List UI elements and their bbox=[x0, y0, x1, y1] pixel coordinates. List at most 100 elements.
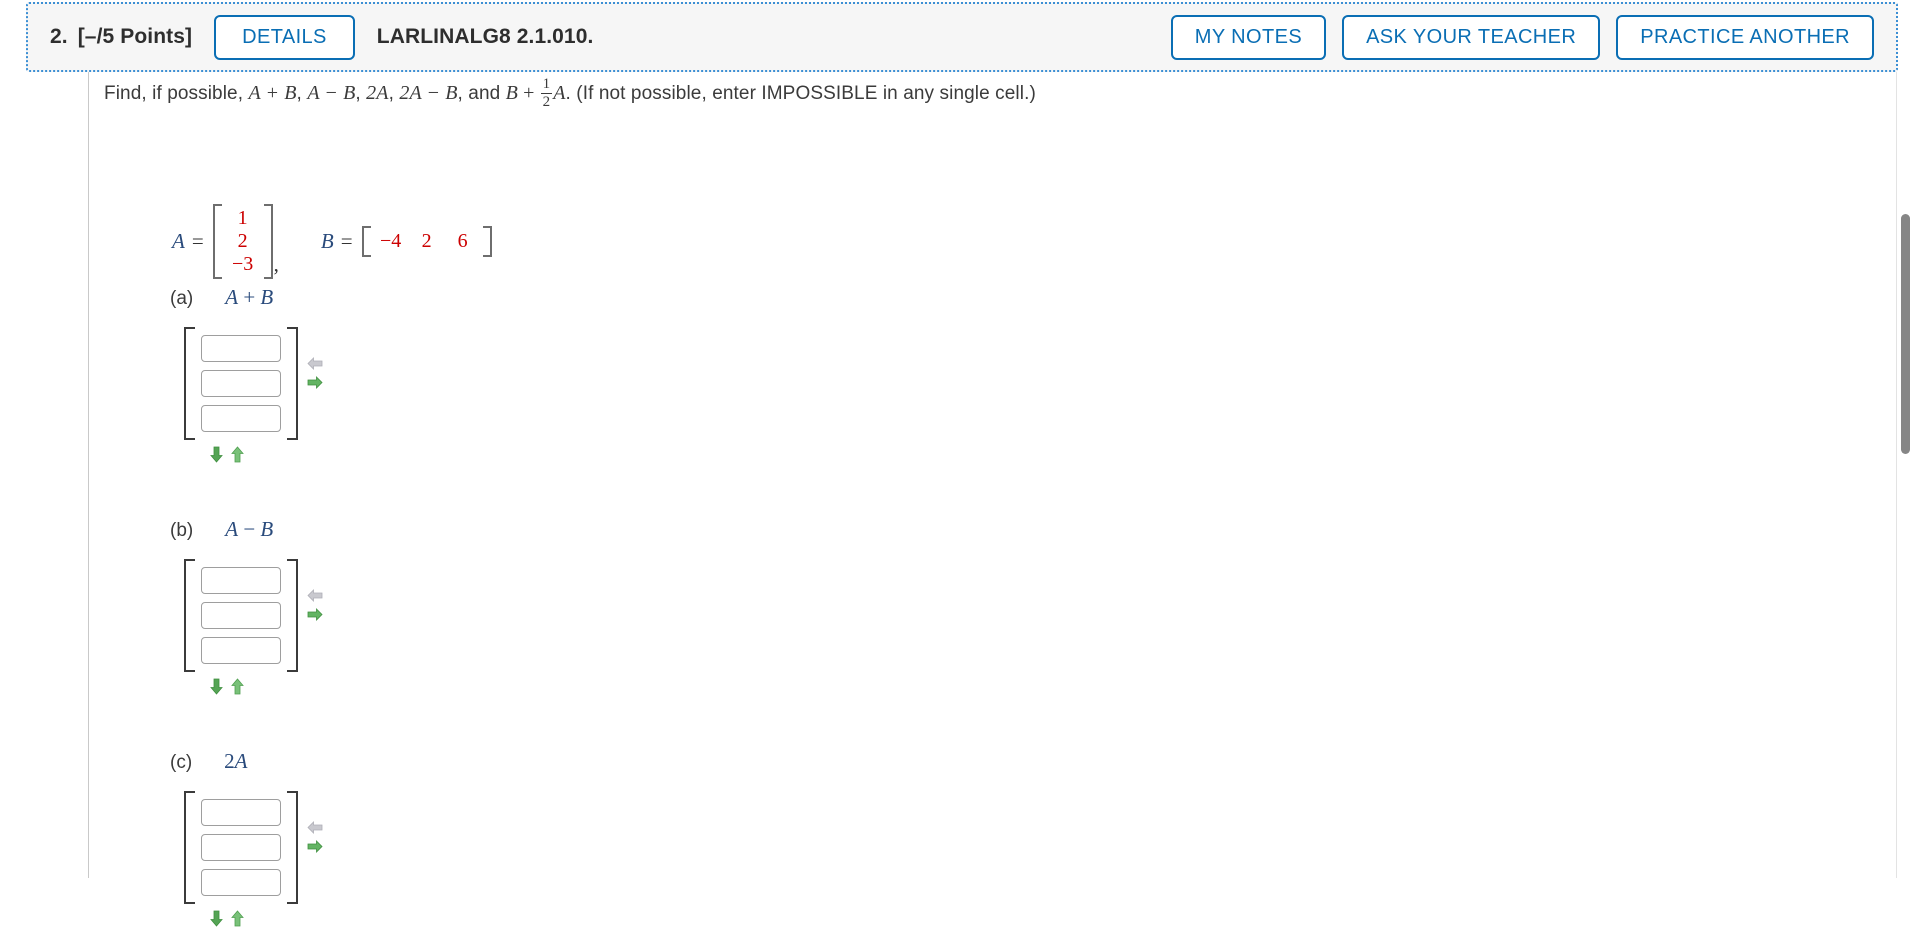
arrow-up-icon[interactable] bbox=[231, 910, 244, 927]
part-b-expr-op: − bbox=[238, 517, 261, 541]
arrow-up-icon[interactable] bbox=[231, 446, 244, 463]
matrix-b-values: −4 2 6 bbox=[371, 226, 483, 257]
part-a-cell-1[interactable] bbox=[201, 335, 281, 362]
question-code: LARLINALG8 2.1.010. bbox=[376, 25, 594, 48]
matrix-b-label: B bbox=[320, 229, 334, 253]
part-b-matrix-brackets bbox=[184, 559, 298, 672]
part-a-bottom-arrows bbox=[210, 446, 323, 463]
part-b-label: (b) A − B bbox=[170, 517, 323, 542]
details-button[interactable]: DETAILS bbox=[214, 14, 355, 60]
prompt-expr-1: A + B bbox=[248, 81, 297, 104]
part-b-cell-1[interactable] bbox=[201, 567, 281, 594]
part-a-expr-left: A bbox=[225, 285, 239, 309]
header-action-buttons: MY NOTES ASK YOUR TEACHER PRACTICE ANOTH… bbox=[1170, 14, 1874, 60]
matrix-a-value: 2 bbox=[237, 230, 248, 252]
matrix-b: −4 2 6 bbox=[361, 226, 492, 257]
arrow-down-icon[interactable] bbox=[210, 678, 223, 695]
part-c-cell-1[interactable] bbox=[201, 799, 281, 826]
part-a-letter: (a) bbox=[170, 288, 194, 309]
part-a-answer-block bbox=[184, 327, 323, 440]
prompt-tail: . (If not possible, enter IMPOSSIBLE in … bbox=[565, 82, 1036, 104]
content-left-rule bbox=[88, 72, 89, 878]
matrix-b-equals: = bbox=[340, 229, 353, 253]
prompt-sep-1: , bbox=[296, 82, 308, 104]
part-a-matrix-brackets bbox=[184, 327, 298, 440]
arrow-left-icon[interactable] bbox=[307, 589, 323, 602]
matrix-a-values: 1 2 −3 bbox=[222, 204, 264, 279]
arrow-right-icon[interactable] bbox=[307, 840, 323, 853]
fraction-numerator: 1 bbox=[542, 76, 551, 92]
part-a-expr-op: + bbox=[238, 285, 261, 309]
part-c-label: (c) 2A bbox=[170, 749, 323, 774]
prompt-lead: Find, if possible, bbox=[104, 82, 249, 104]
part-c-right-bracket bbox=[287, 791, 298, 904]
part-b-expression: A − B bbox=[225, 517, 273, 542]
part-a-cell-3[interactable] bbox=[201, 405, 281, 432]
part-b-cell-2[interactable] bbox=[201, 602, 281, 629]
matrix-b-value: −4 bbox=[379, 230, 402, 252]
part-b-cell-3[interactable] bbox=[201, 637, 281, 664]
matrix-a: 1 2 −3 bbox=[212, 204, 273, 279]
matrix-b-value: 6 bbox=[457, 230, 468, 252]
part-c-expression: 2A bbox=[224, 749, 247, 774]
part-b-right-bracket bbox=[287, 559, 298, 672]
question-number: 2. bbox=[50, 25, 68, 48]
part-b-answer-block bbox=[184, 559, 323, 672]
practice-another-button[interactable]: PRACTICE ANOTHER bbox=[1616, 14, 1874, 60]
matrix-a-value: −3 bbox=[232, 253, 254, 275]
given-matrices: A = 1 2 −3 , B = −4 2 6 bbox=[172, 204, 492, 279]
arrow-left-icon[interactable] bbox=[307, 357, 323, 370]
part-c-cell-2[interactable] bbox=[201, 834, 281, 861]
part-a-right-bracket bbox=[287, 327, 298, 440]
part-c-expr-right: A bbox=[234, 749, 248, 773]
part-b-expr-right: B bbox=[260, 517, 274, 541]
matrix-b-value: 2 bbox=[421, 230, 432, 252]
prompt-sep-2: , bbox=[355, 82, 367, 104]
prompt-expr-5-b: B bbox=[505, 81, 518, 104]
prompt-expr-2: A − B bbox=[307, 81, 356, 104]
part-c-side-arrows bbox=[307, 791, 323, 853]
part-c-answer-block bbox=[184, 791, 323, 904]
matrix-a-value: 1 bbox=[237, 207, 248, 229]
ask-your-teacher-button[interactable]: ASK YOUR TEACHER bbox=[1342, 14, 1601, 60]
arrow-up-icon[interactable] bbox=[231, 678, 244, 695]
matrix-a-right-bracket bbox=[263, 204, 273, 279]
part-b-left-bracket bbox=[184, 559, 195, 672]
part-a-expression: A + B bbox=[225, 285, 273, 310]
part-b-cells bbox=[195, 559, 287, 672]
part-a-left-bracket bbox=[184, 327, 195, 440]
question-header-panel: 2. [–/5 Points] DETAILS LARLINALG8 2.1.0… bbox=[26, 2, 1898, 72]
part-c-letter: (c) bbox=[170, 752, 193, 773]
arrow-down-icon[interactable] bbox=[210, 446, 223, 463]
part-a-cells bbox=[195, 327, 287, 440]
arrow-left-icon[interactable] bbox=[307, 821, 323, 834]
part-c-left-bracket bbox=[184, 791, 195, 904]
fraction-denominator: 2 bbox=[540, 93, 553, 110]
vertical-scrollbar-track[interactable] bbox=[1896, 72, 1913, 878]
my-notes-button[interactable]: MY NOTES bbox=[1170, 14, 1327, 60]
prompt-expr-4: 2A − B bbox=[399, 81, 458, 104]
part-a-expr-right: B bbox=[260, 285, 274, 309]
part-b-expr-left: A bbox=[225, 517, 239, 541]
prompt-expr-5-plus: + bbox=[517, 81, 540, 104]
part-a-cell-2[interactable] bbox=[201, 370, 281, 397]
part-c-cells bbox=[195, 791, 287, 904]
matrix-a-trailing-comma: , bbox=[273, 252, 279, 276]
vertical-scrollbar-thumb[interactable] bbox=[1901, 214, 1910, 454]
arrow-right-icon[interactable] bbox=[307, 376, 323, 389]
part-c: (c) 2A bbox=[170, 749, 323, 927]
part-a-label: (a) A + B bbox=[170, 285, 323, 310]
matrix-a-equals: = bbox=[191, 229, 204, 253]
arrow-down-icon[interactable] bbox=[210, 910, 223, 927]
prompt-sep-3: , bbox=[388, 82, 400, 104]
part-c-cell-3[interactable] bbox=[201, 869, 281, 896]
matrix-a-label: A bbox=[172, 229, 185, 253]
part-c-matrix-brackets bbox=[184, 791, 298, 904]
points-badge: [–/5 Points] bbox=[77, 25, 193, 48]
arrow-right-icon[interactable] bbox=[307, 608, 323, 621]
prompt-expr-5-a: A bbox=[553, 81, 566, 104]
part-a: (a) A + B bbox=[170, 285, 323, 463]
prompt-expr-3: 2A bbox=[366, 81, 389, 104]
matrix-b-right-bracket bbox=[482, 226, 492, 257]
question-content: Find, if possible, A + B, A − B, 2A, 2A … bbox=[0, 72, 1913, 927]
